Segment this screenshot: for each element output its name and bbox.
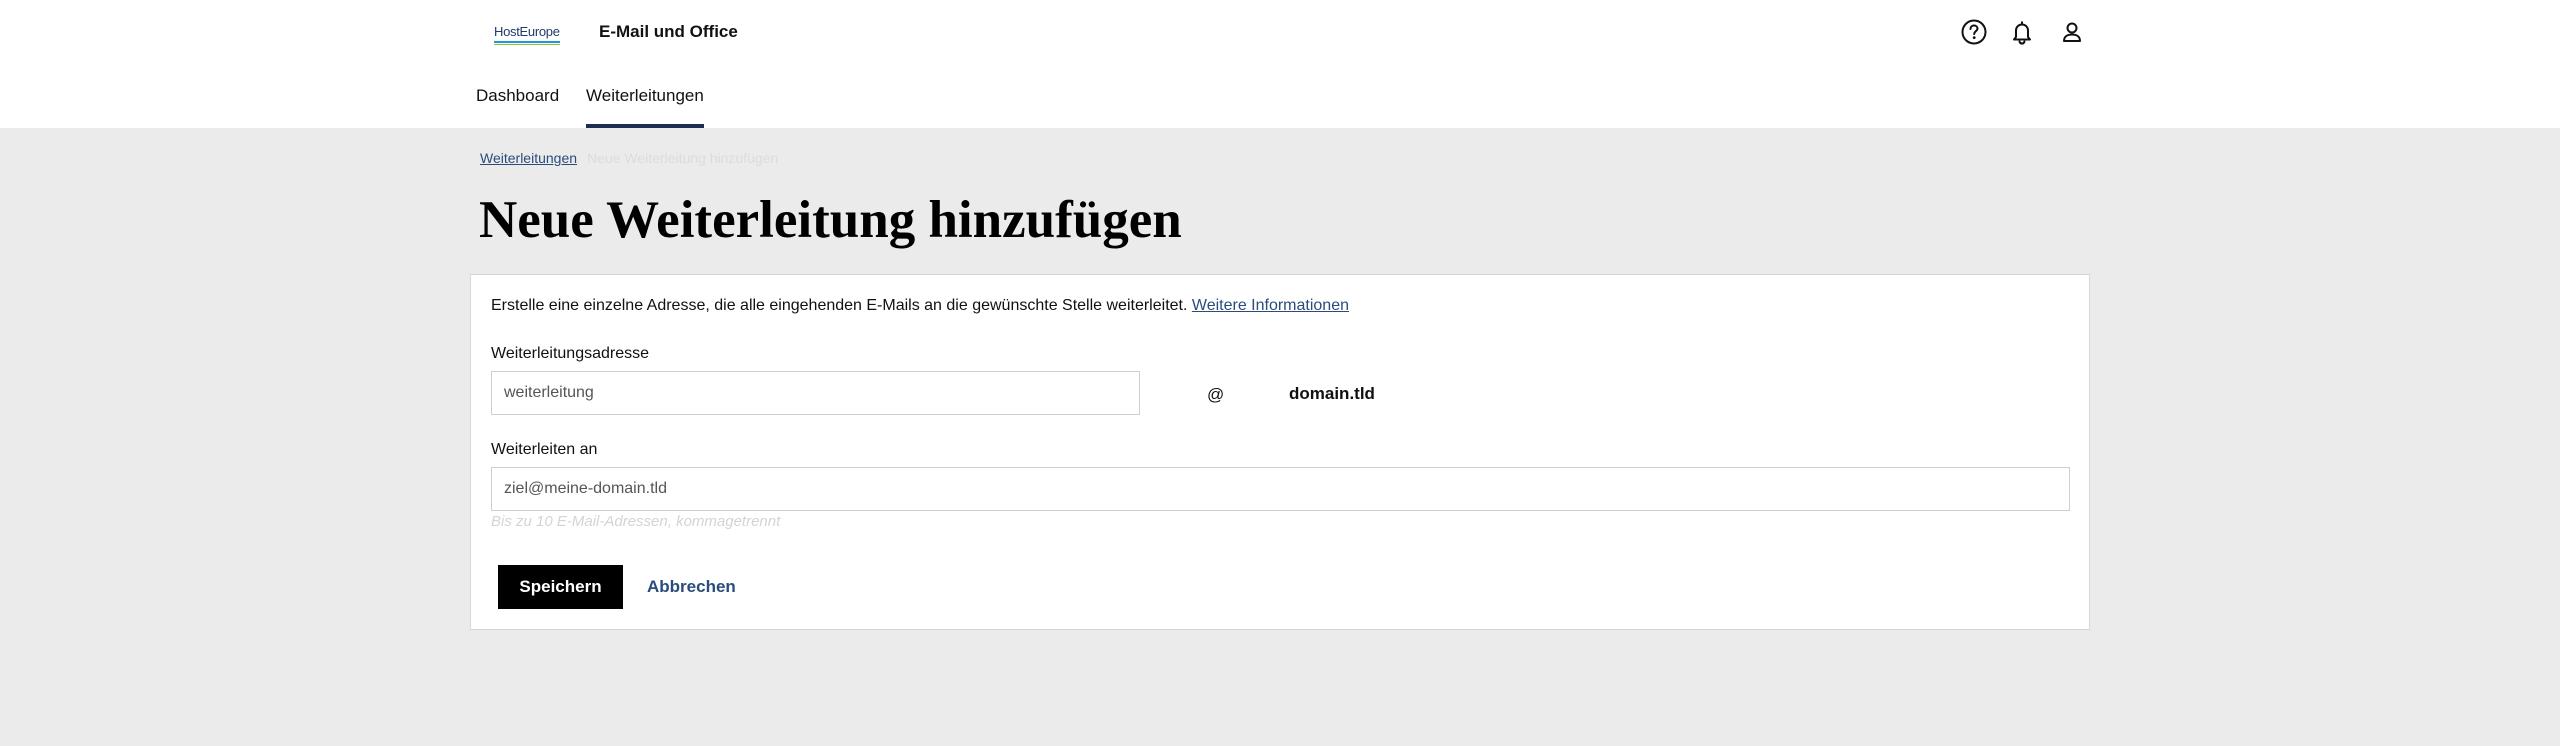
forward-form-card: Erstelle eine einzelne Adresse, die alle… — [470, 274, 2090, 630]
top-header: HostEurope E-Mail und Office Dashboard W… — [0, 0, 2560, 128]
breadcrumb-current: Neue Weiterleitung hinzufügen — [587, 150, 779, 166]
tab-dashboard[interactable]: Dashboard — [476, 86, 559, 128]
page-title: Neue Weiterleitung hinzufügen — [479, 191, 1182, 249]
bell-icon[interactable] — [2007, 17, 2037, 47]
forward-address-label: Weiterleitungsadresse — [491, 345, 650, 362]
forward-to-hint: Bis zu 10 E-Mail-Adressen, kommagetrennt — [491, 513, 781, 530]
main-nav: Dashboard Weiterleitungen — [0, 80, 2560, 128]
more-info-link[interactable]: Weitere Informationen — [1192, 297, 1349, 314]
domain-label: domain.tld — [1289, 384, 1375, 403]
forward-address-input[interactable] — [491, 371, 1140, 415]
breadcrumb-link-weiterleitungen[interactable]: Weiterleitungen — [480, 150, 577, 166]
forward-to-input[interactable] — [491, 467, 2070, 511]
logo-underline-blue — [494, 41, 560, 43]
cancel-button[interactable]: Abbrechen — [647, 565, 736, 609]
help-icon[interactable] — [1959, 17, 1989, 47]
logo-text: HostEurope — [494, 24, 560, 39]
intro-text: Erstelle eine einzelne Adresse, die alle… — [491, 297, 1349, 315]
user-icon[interactable] — [2057, 17, 2087, 47]
at-sign: @ — [1207, 385, 1225, 404]
forward-to-label: Weiterleiten an — [491, 441, 598, 458]
breadcrumb: Weiterleitungen Neue Weiterleitung hinzuf… — [480, 150, 778, 166]
tab-weiterleitungen[interactable]: Weiterleitungen — [586, 86, 704, 128]
app-title: E-Mail und Office — [599, 22, 738, 41]
logo-underline-green — [494, 44, 560, 45]
save-button[interactable]: Speichern — [498, 565, 623, 609]
host-europe-logo[interactable]: HostEurope — [494, 22, 560, 45]
intro-description: Erstelle eine einzelne Adresse, die alle… — [491, 297, 1188, 314]
